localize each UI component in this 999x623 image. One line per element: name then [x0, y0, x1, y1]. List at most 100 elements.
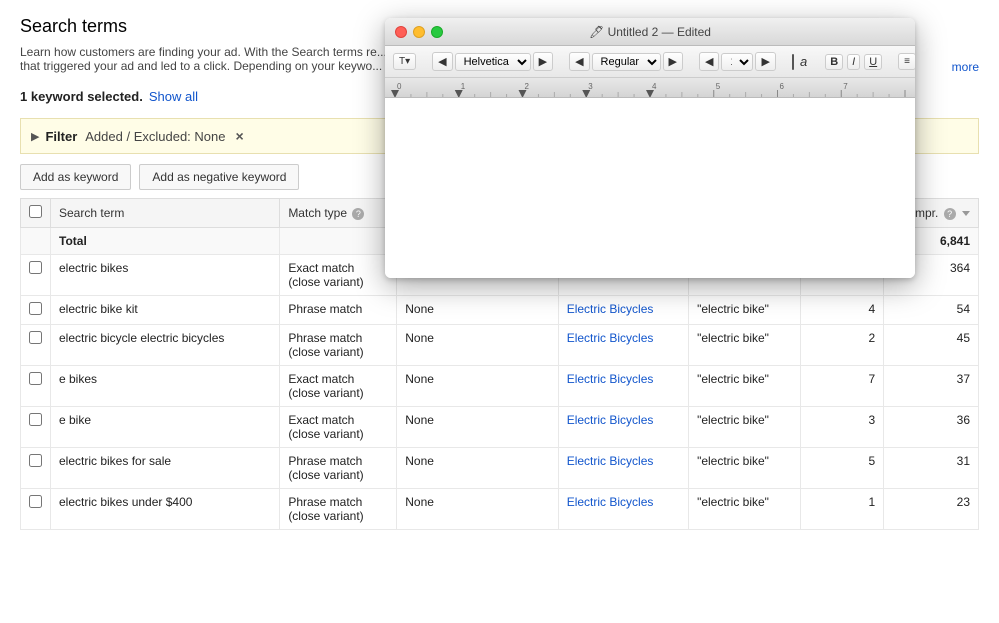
row-checkbox-cell[interactable]	[21, 296, 51, 325]
row-checkbox-cell[interactable]	[21, 448, 51, 489]
add-as-keyword-button[interactable]: Add as keyword	[20, 164, 131, 190]
mac-titlebar: 🖊 Untitled 2 — Edited	[385, 18, 915, 46]
mac-traffic-lights	[395, 26, 443, 38]
row-search-term: electric bicycle electric bicycles	[51, 325, 280, 366]
row-match-type: Phrase match	[280, 296, 397, 325]
row-match-type: Phrase match (close variant)	[280, 489, 397, 530]
mac-close-button[interactable]	[395, 26, 407, 38]
row-checkbox-1[interactable]	[29, 302, 42, 315]
row-ad-group[interactable]: Electric Bicycles	[558, 366, 688, 407]
toolbar-font-prev[interactable]: ◀	[432, 52, 452, 71]
toolbar-size-next[interactable]: ▶	[755, 52, 775, 71]
more-link[interactable]: more	[952, 60, 979, 74]
svg-text:6: 6	[780, 82, 785, 91]
row-clicks: 5	[800, 448, 883, 489]
total-match-type	[280, 228, 397, 255]
toolbar-font-group: ◀ Helvetica ▶	[432, 52, 553, 71]
table-row: electric bikes for sale Phrase match (cl…	[21, 448, 979, 489]
row-clicks: 4	[800, 296, 883, 325]
toolbar-style-select[interactable]: Regular	[592, 53, 661, 71]
row-keyword: "electric bike"	[689, 448, 801, 489]
row-checkbox-6[interactable]	[29, 495, 42, 508]
toolbar-underline-button[interactable]: U	[864, 54, 882, 70]
row-ad-group[interactable]: Electric Bicycles	[558, 296, 688, 325]
row-checkbox-cell[interactable]	[21, 407, 51, 448]
mac-toolbar: T▾ ◀ Helvetica ▶ ◀ Regular ▶	[385, 46, 915, 78]
toolbar-style-prev[interactable]: ◀	[569, 52, 589, 71]
toolbar-format-button[interactable]: T▾	[393, 53, 416, 70]
table-row: e bikes Exact match (close variant) None…	[21, 366, 979, 407]
header-match-type: Match type ?	[280, 199, 397, 228]
table-row: electric bike kit Phrase match None Elec…	[21, 296, 979, 325]
toolbar-color-box[interactable]	[792, 54, 794, 70]
row-keyword: "electric bike"	[689, 296, 801, 325]
row-checkbox-cell[interactable]	[21, 489, 51, 530]
row-match-type: Phrase match (close variant)	[280, 448, 397, 489]
select-all-checkbox[interactable]	[29, 205, 42, 218]
match-type-help-icon[interactable]: ?	[352, 208, 364, 220]
svg-text:4: 4	[652, 82, 657, 91]
row-match-type: Exact match (close variant)	[280, 407, 397, 448]
table-row: electric bicycle electric bicycles Phras…	[21, 325, 979, 366]
row-match-type: Phrase match (close variant)	[280, 325, 397, 366]
select-all-header[interactable]	[21, 199, 51, 228]
row-added-excluded: None	[397, 448, 558, 489]
row-checkbox-4[interactable]	[29, 413, 42, 426]
row-added-excluded: None	[397, 489, 558, 530]
row-added-excluded: None	[397, 407, 558, 448]
row-checkbox-cell[interactable]	[21, 366, 51, 407]
row-ad-group[interactable]: Electric Bicycles	[558, 407, 688, 448]
total-checkbox-cell	[21, 228, 51, 255]
mac-document-area[interactable]	[385, 98, 915, 278]
toolbar-font-next[interactable]: ▶	[533, 52, 553, 71]
row-ad-group[interactable]: Electric Bicycles	[558, 489, 688, 530]
row-ad-group[interactable]: Electric Bicycles	[558, 325, 688, 366]
toolbar-text-a-icon[interactable]: a	[798, 54, 809, 69]
row-keyword: "electric bike"	[689, 489, 801, 530]
row-search-term: electric bikes under $400	[51, 489, 280, 530]
row-impr: 31	[884, 448, 979, 489]
row-clicks: 7	[800, 366, 883, 407]
row-search-term: e bike	[51, 407, 280, 448]
row-match-type: Exact match (close variant)	[280, 366, 397, 407]
row-ad-group[interactable]: Electric Bicycles	[558, 448, 688, 489]
svg-text:3: 3	[588, 82, 593, 91]
row-added-excluded: None	[397, 296, 558, 325]
row-checkbox-2[interactable]	[29, 331, 42, 344]
toolbar-style-next[interactable]: ▶	[663, 52, 683, 71]
row-checkbox-cell[interactable]	[21, 325, 51, 366]
add-as-negative-keyword-button[interactable]: Add as negative keyword	[139, 164, 299, 190]
svg-text:2: 2	[525, 82, 530, 91]
mac-window: 🖊 Untitled 2 — Edited T▾ ◀ Helvetica ▶ ◀	[385, 18, 915, 278]
svg-text:7: 7	[843, 82, 848, 91]
row-impr: 54	[884, 296, 979, 325]
show-all-link[interactable]: Show all	[149, 89, 198, 104]
row-checkbox-5[interactable]	[29, 454, 42, 467]
keyword-selected-text: 1 keyword selected.	[20, 89, 143, 104]
svg-text:5: 5	[716, 82, 721, 91]
mac-minimize-button[interactable]	[413, 26, 425, 38]
row-match-type: Exact match (close variant)	[280, 255, 397, 296]
toolbar-size-select[interactable]: 12	[721, 53, 753, 71]
table-row: electric bikes under $400 Phrase match (…	[21, 489, 979, 530]
row-checkbox-3[interactable]	[29, 372, 42, 385]
toolbar-bold-button[interactable]: B	[825, 54, 843, 70]
mac-ruler: 01234567	[385, 78, 915, 98]
row-impr: 23	[884, 489, 979, 530]
row-checkbox-cell[interactable]	[21, 255, 51, 296]
filter-added-excluded-label: Added / Excluded: None	[85, 129, 225, 144]
impr-help-icon[interactable]: ?	[944, 208, 956, 220]
row-checkbox-0[interactable]	[29, 261, 42, 274]
mac-maximize-button[interactable]	[431, 26, 443, 38]
row-impr: 45	[884, 325, 979, 366]
row-clicks: 3	[800, 407, 883, 448]
filter-arrow-icon: ▶	[31, 130, 39, 143]
toolbar-font-select[interactable]: Helvetica	[455, 53, 531, 71]
row-keyword: "electric bike"	[689, 325, 801, 366]
toolbar-size-prev[interactable]: ◀	[699, 52, 719, 71]
filter-close-button[interactable]: ×	[236, 129, 244, 143]
toolbar-align-left-button[interactable]: ≡	[898, 53, 915, 70]
svg-text:1: 1	[461, 82, 466, 91]
impr-sort-icon	[962, 211, 970, 216]
toolbar-italic-button[interactable]: I	[847, 54, 860, 70]
